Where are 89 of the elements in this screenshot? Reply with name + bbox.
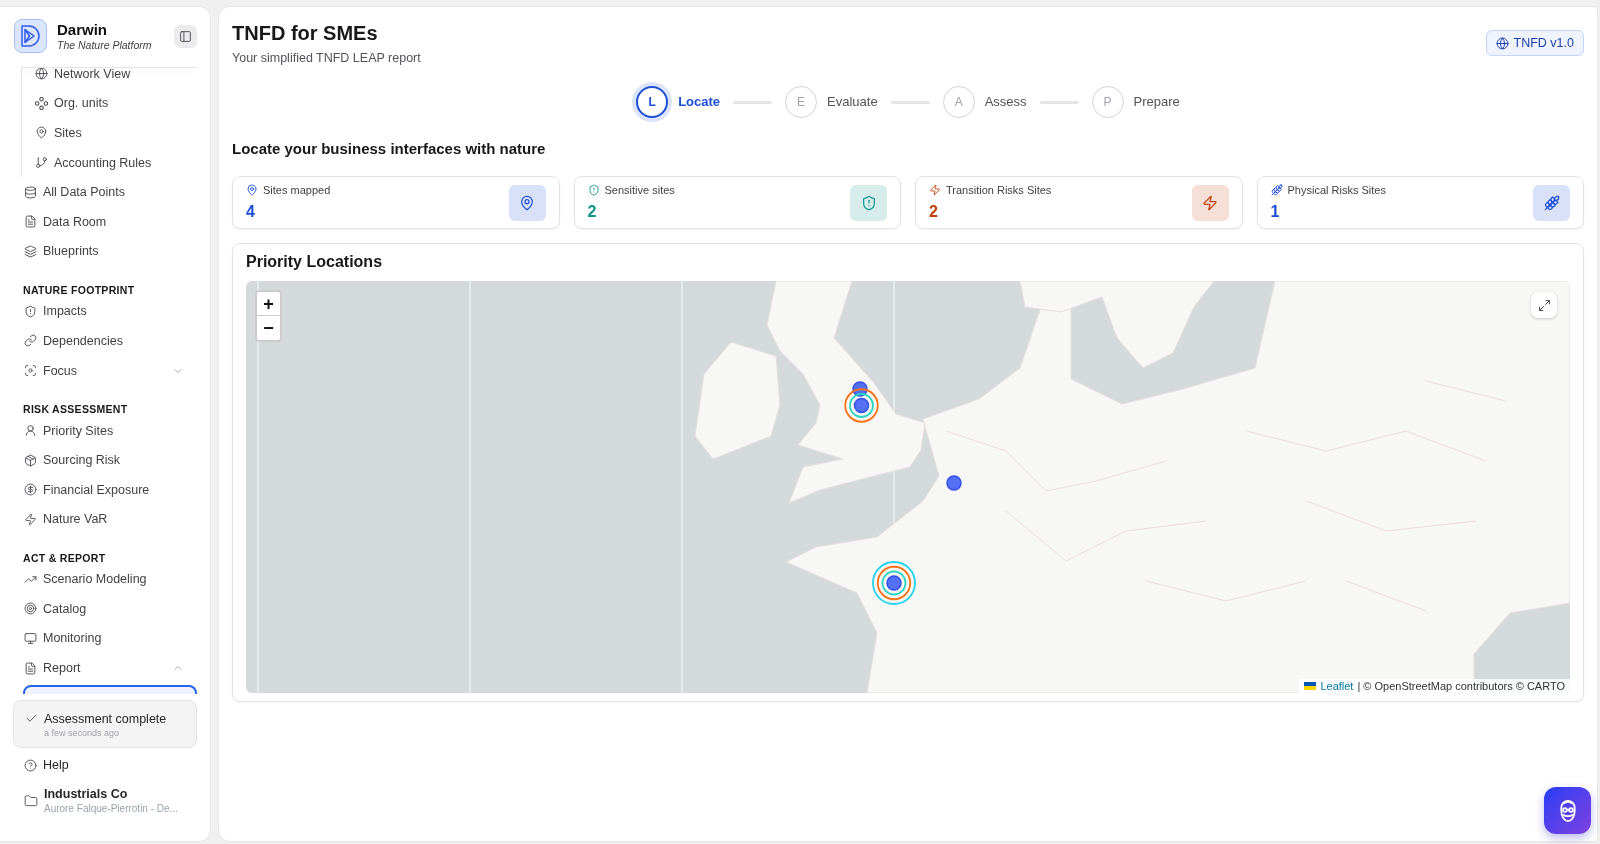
step-label[interactable]: Prepare: [1133, 94, 1180, 110]
ringed-map-marker-icon[interactable]: [872, 561, 916, 605]
map-pin-icon: [35, 126, 48, 140]
organization-switcher[interactable]: Industrials Co Aurore Falque-Pierrotin - De...: [13, 780, 197, 815]
help-icon: [24, 758, 37, 772]
wheat-icon: [1270, 184, 1283, 196]
page-subtitle: Your simplified TNFD LEAP report: [232, 50, 421, 66]
nav-item[interactable]: Impacts: [13, 296, 197, 327]
zoom-out-button[interactable]: −: [257, 316, 280, 340]
nav-item[interactable]: Nature VaR: [13, 504, 197, 535]
nav-item[interactable]: All Data Points: [13, 177, 197, 207]
link-icon: [24, 334, 37, 348]
check-icon: [25, 712, 38, 725]
section-label: ACT & REPORT: [23, 552, 106, 565]
globe-icon: [35, 68, 48, 81]
attribution-text: | © OpenStreetMap contributors © CARTO: [1357, 679, 1565, 693]
brand-name: Darwin: [57, 20, 108, 39]
ringed-map-marker-icon[interactable]: [843, 387, 879, 423]
shield-alert-icon: [587, 184, 600, 196]
shield-alert-icon: [850, 184, 887, 221]
section-heading: Locate your business interfaces with nature: [232, 139, 547, 159]
map-pin-icon: [246, 184, 258, 196]
assistant-button[interactable]: [1544, 787, 1591, 834]
stat-label: Sensitive sites: [604, 183, 675, 197]
nav-item[interactable]: Sites: [22, 118, 197, 148]
shield-alert-icon: [24, 304, 37, 318]
expand-icon: [1537, 298, 1551, 312]
logo-icon: [14, 19, 47, 53]
version-text: TNFD v1.0: [1513, 35, 1574, 51]
layers-icon: [24, 244, 37, 258]
map-marker-icon[interactable]: [945, 474, 963, 492]
map-marker-icon[interactable]: [851, 380, 869, 398]
globe-icon: [1495, 36, 1509, 50]
head-icon: [1559, 799, 1576, 822]
step-label[interactable]: Assess: [984, 94, 1027, 110]
flag-icon: [1304, 682, 1317, 690]
lightning-icon: [929, 184, 941, 196]
nav-item[interactable]: Blueprints: [13, 236, 197, 267]
target-icon: [24, 602, 37, 616]
nav-item[interactable]: Scenario Modeling: [13, 564, 197, 595]
leaflet-link[interactable]: Leaflet: [1320, 679, 1354, 693]
lightning-icon: [1191, 184, 1229, 221]
nav-item[interactable]: Org. units: [22, 88, 197, 119]
stat-value: 2: [929, 202, 939, 222]
nav-item[interactable]: Report: [13, 653, 197, 683]
step-label[interactable]: Evaluate: [827, 94, 878, 110]
four-circles-icon: [35, 96, 48, 110]
section-label: NATURE FOOTPRINT: [23, 284, 135, 297]
branch-icon: [35, 156, 48, 170]
monitor-icon: [24, 631, 37, 645]
stat-value: 4: [246, 202, 256, 222]
nav-item[interactable]: Network View: [22, 68, 197, 89]
sidebar-toggle-button[interactable]: [174, 24, 197, 48]
nav-item[interactable]: Data Room: [13, 206, 197, 237]
dollar-circle-icon: [24, 483, 37, 497]
nav-item[interactable]: Sourcing Risk: [13, 445, 197, 475]
nav-item[interactable]: Monitoring: [13, 623, 197, 654]
wheat-icon: [1533, 184, 1570, 221]
document-icon: [24, 661, 37, 675]
fullscreen-button[interactable]: [1531, 292, 1557, 318]
folder-icon: [24, 793, 38, 808]
stat-label: Physical Risks Sites: [1287, 183, 1386, 197]
notification-time: a few seconds ago: [44, 727, 121, 739]
stat-value: 2: [587, 202, 598, 222]
nav-item[interactable]: Catalog: [13, 594, 197, 624]
database-icon: [24, 185, 37, 199]
map-pin-icon: [508, 184, 546, 221]
nav-item[interactable]: Accounting Rules: [22, 147, 197, 178]
stat-label: Sites mapped: [263, 183, 331, 197]
zoom-in-button[interactable]: +: [257, 292, 280, 316]
notification-title: Assessment complete: [44, 711, 167, 727]
package-icon: [24, 453, 37, 467]
stat-value: 1: [1270, 202, 1281, 222]
focus-icon: [24, 364, 37, 378]
brand-tagline: The Nature Platform: [57, 38, 153, 52]
nav-item[interactable]: Dependencies: [13, 326, 197, 356]
lightning-icon: [24, 512, 37, 526]
section-label: RISK ASSESSMENT: [23, 403, 128, 416]
card-title: Priority Locations: [246, 252, 384, 272]
help-link[interactable]: Help: [13, 750, 197, 780]
page-title: TNFD for SMEs: [232, 21, 379, 46]
nav-item[interactable]: Financial Exposure: [13, 474, 197, 505]
stat-label: Transition Risks Sites: [946, 183, 1052, 197]
person-icon: [24, 424, 37, 437]
panel-icon: [179, 29, 192, 43]
step-label[interactable]: Locate: [678, 94, 721, 110]
nav-item[interactable]: Focus: [13, 355, 197, 386]
document-icon: [24, 215, 37, 229]
nav-item[interactable]: Priority Sites: [13, 415, 197, 446]
